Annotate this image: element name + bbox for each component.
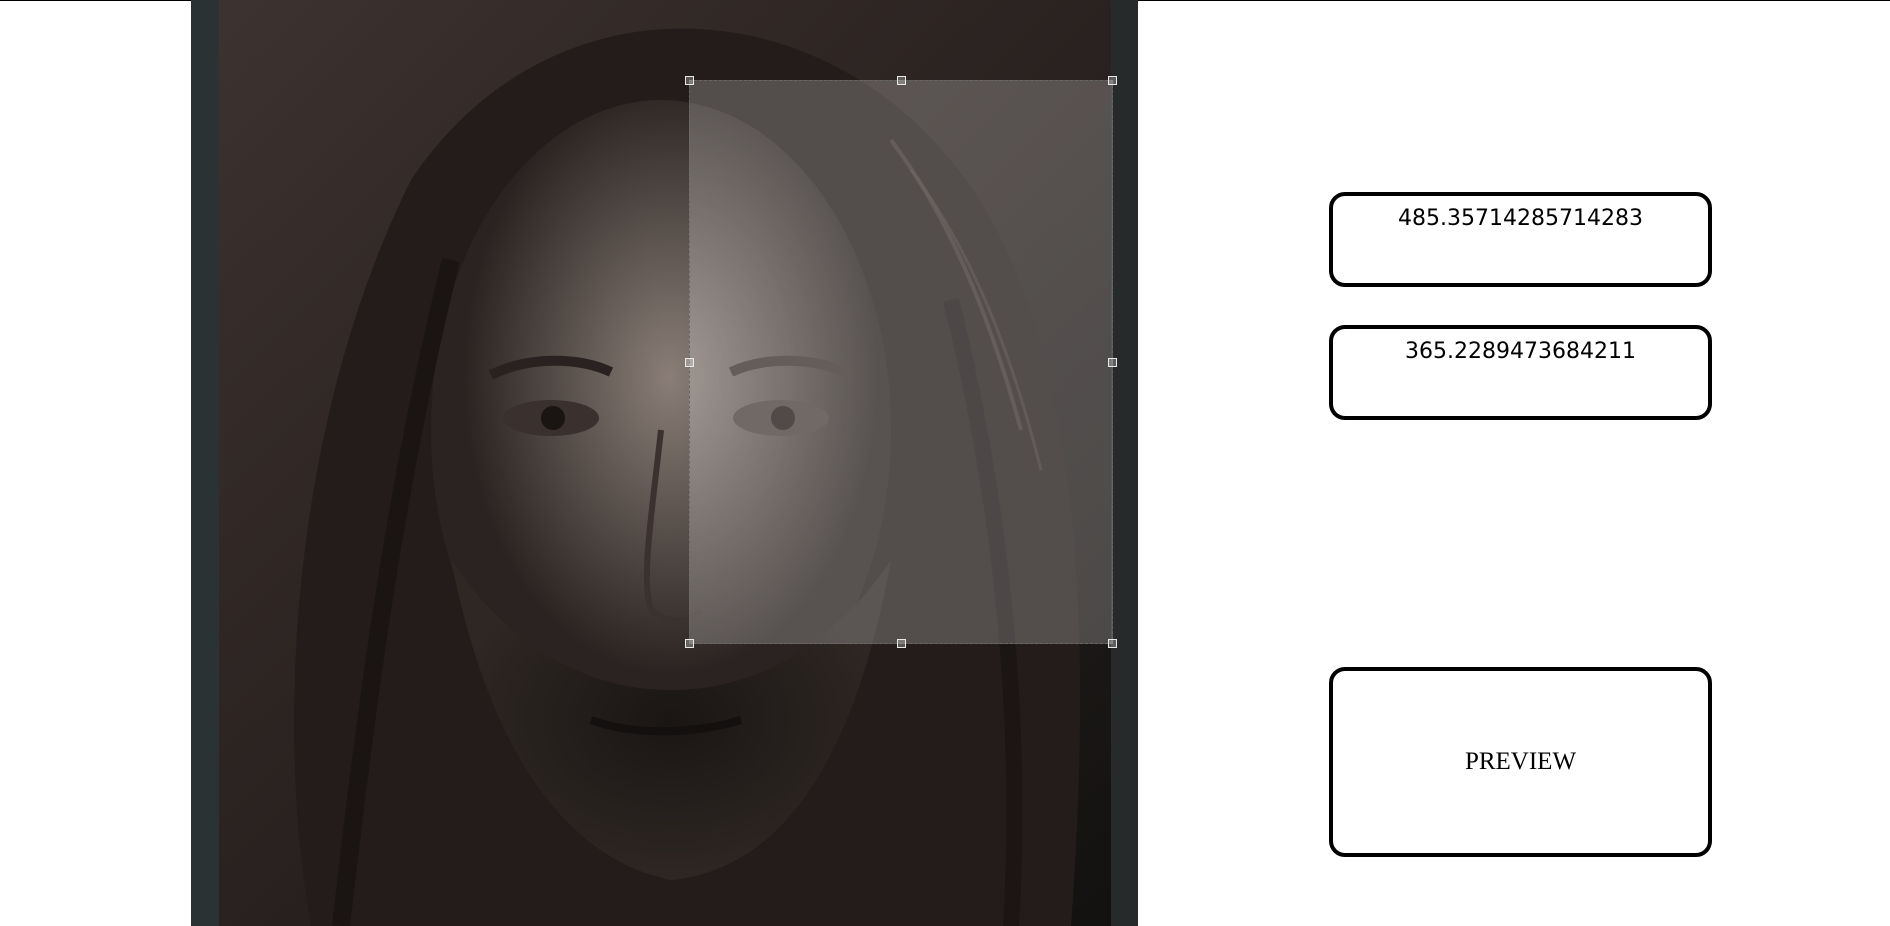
image-canvas[interactable] <box>191 0 1138 926</box>
crop-handle-left[interactable] <box>685 358 694 367</box>
preview-button[interactable]: PREVIEW <box>1329 667 1712 857</box>
crop-width-field[interactable]: 485.35714285714283 <box>1329 192 1712 287</box>
preview-button-label: PREVIEW <box>1464 748 1577 775</box>
crop-handle-top-right[interactable] <box>1108 76 1117 85</box>
crop-handle-bottom-left[interactable] <box>685 639 694 648</box>
crop-width-value: 485.35714285714283 <box>1398 206 1643 231</box>
crop-handle-right[interactable] <box>1108 358 1117 367</box>
crop-height-field[interactable]: 365.2289473684211 <box>1329 325 1712 420</box>
page: 485.35714285714283 365.2289473684211 PRE… <box>0 0 1890 926</box>
crop-handle-bottom[interactable] <box>897 639 906 648</box>
crop-handle-top[interactable] <box>897 76 906 85</box>
crop-handle-bottom-right[interactable] <box>1108 639 1117 648</box>
crop-selection[interactable] <box>685 76 1117 648</box>
crop-height-value: 365.2289473684211 <box>1405 339 1636 364</box>
crop-handle-top-left[interactable] <box>685 76 694 85</box>
